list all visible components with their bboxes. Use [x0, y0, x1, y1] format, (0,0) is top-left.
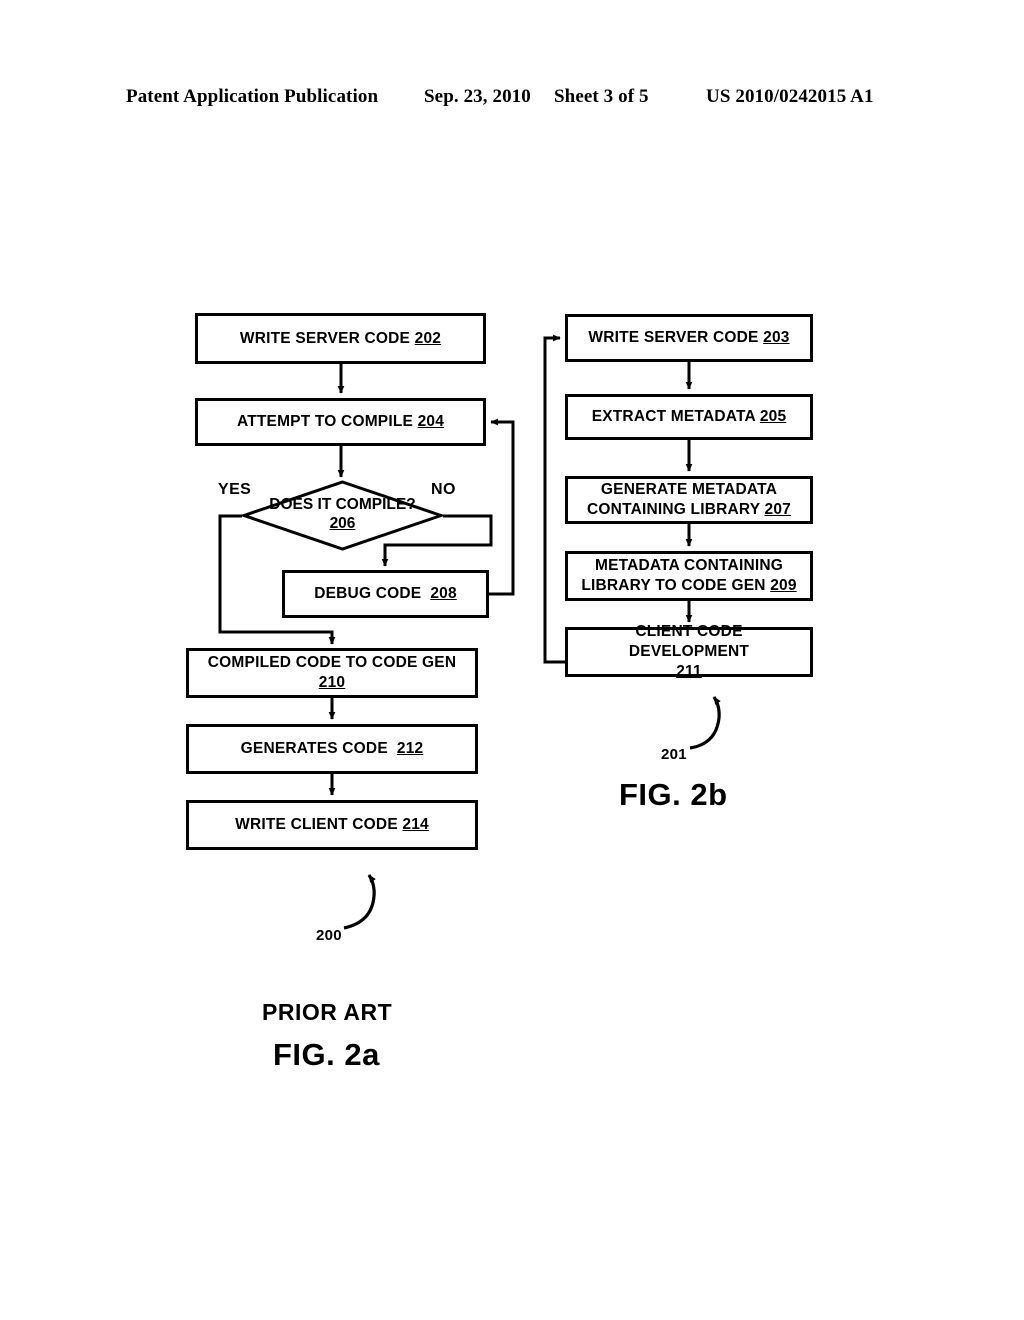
flow-node-label: WRITE SERVER CODE 203 [588, 329, 790, 347]
prior-art-label: PRIOR ART [262, 999, 393, 1025]
reference-numeral: 212 [396, 740, 424, 758]
branch-label-yes: YES [218, 481, 252, 498]
flow-node-label: METADATA CONTAINING LIBRARY TO CODE GEN … [581, 557, 797, 594]
flow-node-does-it-compile-206[interactable] [242, 480, 443, 551]
reference-numeral: 204 [417, 413, 445, 431]
flow-node-write-server-code-203[interactable]: WRITE SERVER CODE 203 [565, 314, 813, 362]
flow-node-attempt-to-compile-204[interactable]: ATTEMPT TO COMPILE 204 [195, 398, 486, 446]
flow-node-label: COMPILED CODE TO CODE GEN 210 [207, 654, 457, 691]
flow-node-label: WRITE SERVER CODE 202 [239, 329, 442, 347]
flow-node-write-server-code-202[interactable]: WRITE SERVER CODE 202 [195, 313, 486, 364]
reference-numeral: 209 [770, 577, 797, 594]
flow-node-label: GENERATE METADATA CONTAINING LIBRARY 207 [587, 481, 791, 518]
callout-arrow-200 [343, 874, 376, 930]
reference-numeral: 214 [402, 816, 429, 834]
figure-reference-numeral-200: 200 [316, 927, 342, 944]
reference-numeral: 203 [763, 329, 790, 347]
reference-numeral: 207 [764, 501, 791, 518]
flow-node-label: EXTRACT METADATA 205 [591, 408, 787, 426]
flow-node-extract-metadata-205[interactable]: EXTRACT METADATA 205 [565, 394, 813, 440]
flow-node-label: CLIENT CODE DEVELOPMENT 211 [628, 623, 750, 680]
flow-node-client-code-development-211[interactable]: CLIENT CODE DEVELOPMENT 211 [565, 623, 813, 680]
reference-numeral: 208 [430, 585, 457, 603]
flow-node-generates-code-212[interactable]: GENERATES CODE 212 [186, 724, 478, 774]
reference-numeral: 211 [676, 662, 702, 680]
flow-node-metadata-containing-library-to-code-gen-209[interactable]: METADATA CONTAINING LIBRARY TO CODE GEN … [565, 551, 813, 601]
flowchart-connectors [218, 334, 721, 930]
reference-numeral: 210 [318, 674, 346, 691]
figure-caption-2a: FIG. 2a [273, 1037, 380, 1072]
callout-arrow-201 [689, 696, 721, 750]
decision-diamond-shape [242, 480, 443, 551]
flow-node-compiled-code-to-code-gen-210[interactable]: COMPILED CODE TO CODE GEN 210 [186, 648, 478, 698]
reference-numeral: 202 [414, 329, 442, 347]
flow-node-label: DEBUG CODE 208 [314, 585, 457, 603]
flow-node-write-client-code-214[interactable]: WRITE CLIENT CODE 214 [186, 800, 478, 850]
branch-label-no: NO [431, 481, 456, 498]
reference-numeral: 205 [759, 408, 787, 426]
flow-node-label: GENERATES CODE 212 [240, 740, 424, 758]
flow-node-generate-metadata-containing-library-207[interactable]: GENERATE METADATA CONTAINING LIBRARY 207 [565, 476, 813, 524]
figure-reference-numeral-201: 201 [661, 746, 687, 763]
flow-node-debug-code-208[interactable]: DEBUG CODE 208 [282, 570, 489, 618]
flow-node-label: WRITE CLIENT CODE 214 [235, 816, 429, 834]
figure-caption-2b: FIG. 2b [619, 777, 728, 812]
flow-node-label: ATTEMPT TO COMPILE 204 [236, 413, 445, 431]
